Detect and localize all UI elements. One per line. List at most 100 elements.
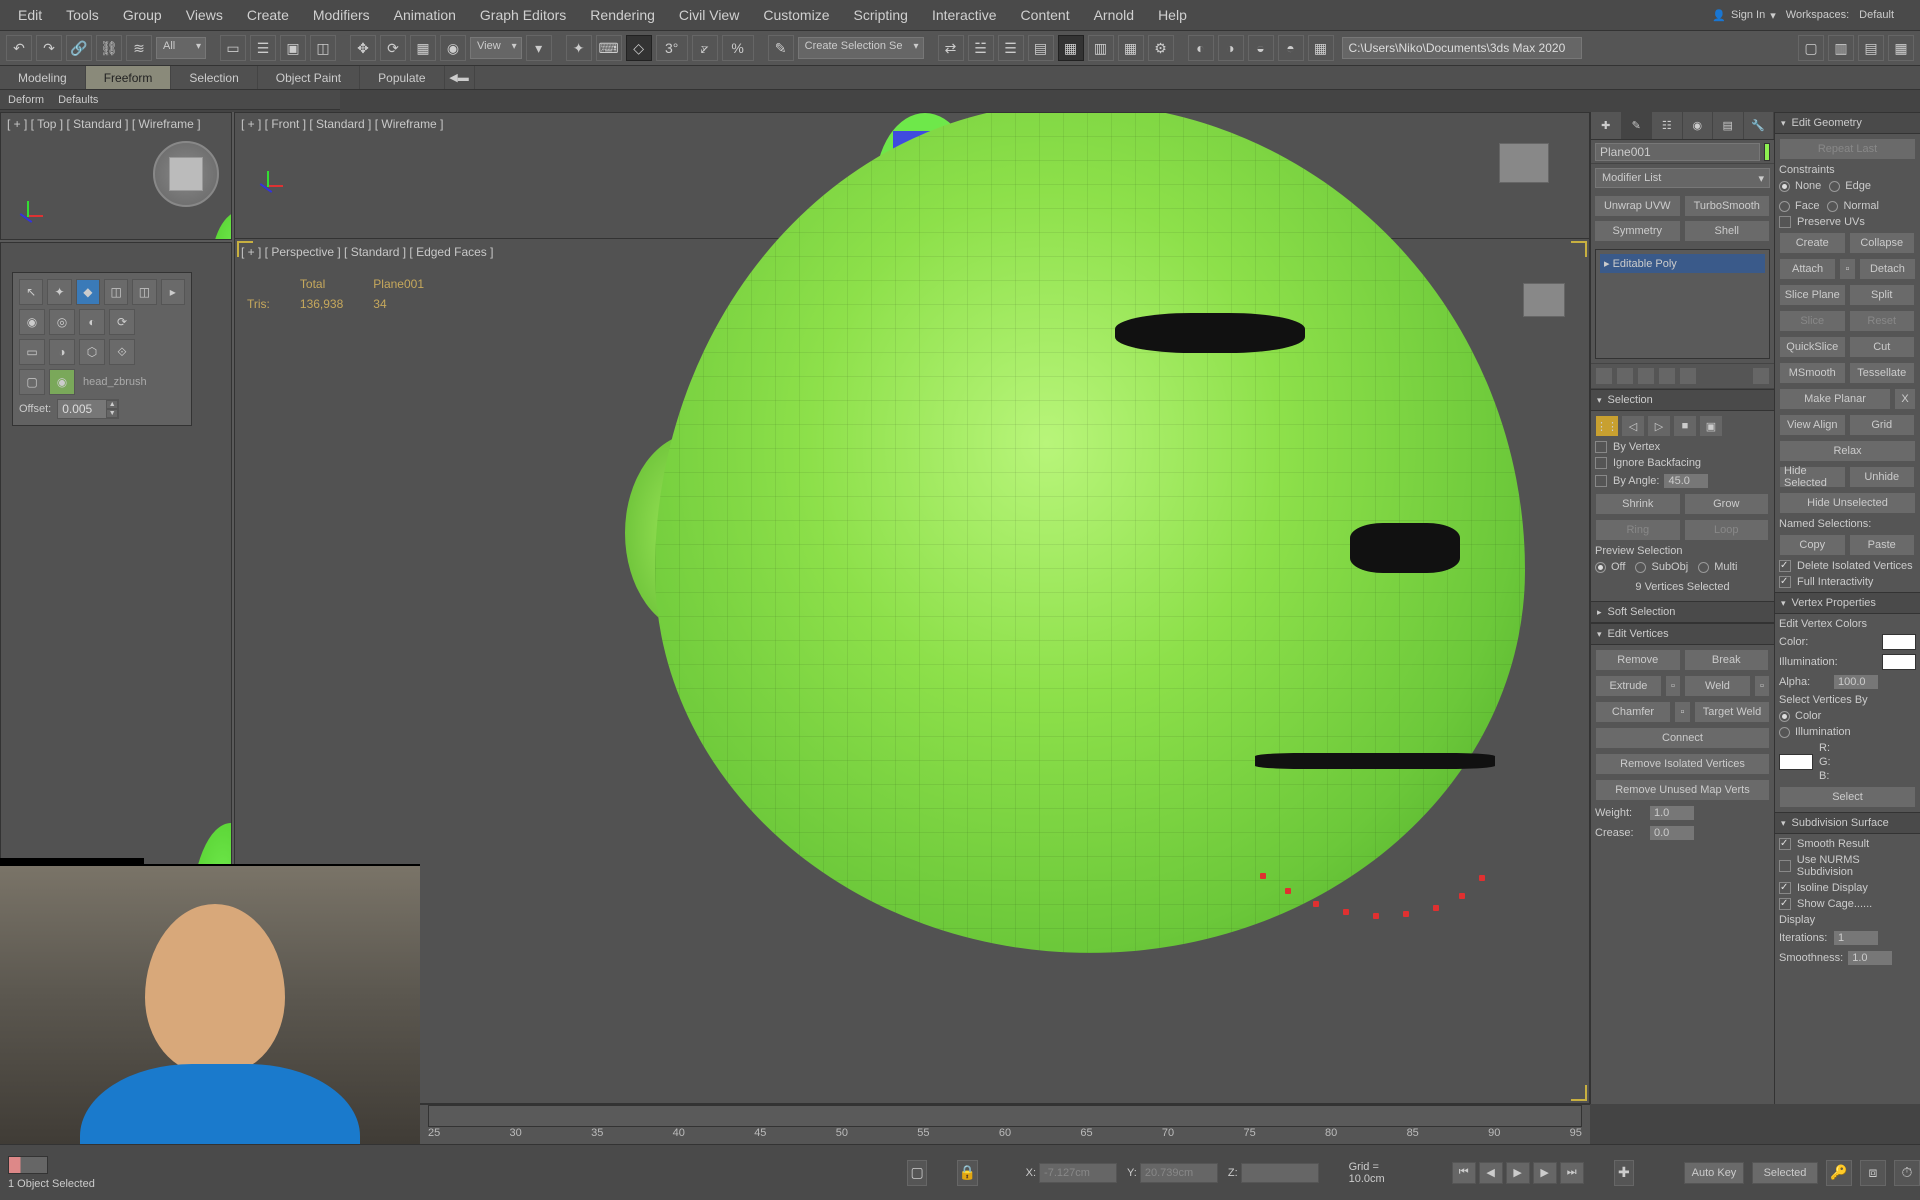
make-planar-button[interactable]: Make Planar: [1779, 388, 1891, 410]
conform-rotate-button[interactable]: ◎: [49, 309, 75, 335]
window-crossing-button[interactable]: ◫: [310, 35, 336, 61]
make-unique-button[interactable]: [1637, 367, 1655, 385]
layers-button[interactable]: ☰: [998, 35, 1024, 61]
vertex-illum-swatch[interactable]: [1882, 654, 1916, 670]
optimize-button[interactable]: ⬡: [79, 339, 105, 365]
menu-interactive[interactable]: Interactive: [920, 3, 1009, 27]
preview-subobj-radio[interactable]: SubObj: [1635, 561, 1688, 573]
chamfer-button[interactable]: Chamfer: [1595, 701, 1671, 723]
hide-selected-button[interactable]: Hide Selected: [1779, 466, 1846, 488]
ribbon-sub-deform[interactable]: Deform: [8, 94, 44, 106]
shrink-button[interactable]: Shrink: [1595, 493, 1681, 515]
add-time-tag-button[interactable]: ✚: [1614, 1160, 1634, 1186]
pin-stack-button[interactable]: [1595, 367, 1613, 385]
x-coord-field[interactable]: [1039, 1163, 1117, 1183]
smoothness-field[interactable]: 1.0: [1847, 950, 1893, 966]
constraint-none-radio[interactable]: None: [1779, 180, 1821, 192]
copy-sel-button[interactable]: Copy: [1779, 534, 1846, 556]
surface-pick-button[interactable]: ▢: [19, 369, 45, 395]
menu-civil-view[interactable]: Civil View: [667, 3, 751, 27]
scale-button[interactable]: ▦: [410, 35, 436, 61]
branch-button[interactable]: ⟐: [109, 339, 135, 365]
select-by-color-button[interactable]: Select: [1779, 786, 1916, 808]
offset-input[interactable]: [58, 400, 106, 418]
view-align-button[interactable]: View Align: [1779, 414, 1846, 436]
remove-isolated-verts-button[interactable]: Remove Isolated Vertices: [1595, 753, 1770, 775]
border-level-button[interactable]: ▷: [1647, 415, 1671, 437]
conform-move-button[interactable]: ◉: [19, 309, 45, 335]
set-key-button[interactable]: 🔑: [1826, 1160, 1852, 1186]
preview-multi-radio[interactable]: Multi: [1698, 561, 1737, 573]
render-setup-button[interactable]: ⚙: [1148, 35, 1174, 61]
draw-on-surface-button[interactable]: ◉: [49, 369, 75, 395]
select-by-name-button[interactable]: ☰: [250, 35, 276, 61]
snaps-toggle-button[interactable]: ◇: [626, 35, 652, 61]
next-frame-button[interactable]: ▶: [1533, 1162, 1557, 1184]
rollout-soft-selection[interactable]: Soft Selection: [1591, 601, 1774, 623]
mirror-button[interactable]: ⇄: [938, 35, 964, 61]
by-angle-checkbox[interactable]: By Angle:: [1595, 475, 1659, 487]
stack-item-editable-poly[interactable]: ▸ Editable Poly: [1600, 254, 1765, 273]
full-interactivity-checkbox[interactable]: Full Interactivity: [1779, 576, 1916, 588]
offset-spinner[interactable]: ▲▼: [57, 399, 119, 419]
spinner-up-icon[interactable]: ▲: [106, 400, 118, 409]
curve-editor-button[interactable]: ▦: [1058, 35, 1084, 61]
select-color-swatch[interactable]: [1779, 754, 1813, 770]
polydraw-topology-button[interactable]: ◆: [76, 279, 100, 305]
use-nurms-checkbox[interactable]: Use NURMS Subdivision: [1779, 854, 1916, 878]
slice-plane-button[interactable]: Slice Plane: [1779, 284, 1846, 306]
menu-create[interactable]: Create: [235, 3, 301, 27]
ribbon-collapse-button[interactable]: ◀▬: [445, 66, 475, 89]
script-listener-icon[interactable]: [8, 1156, 48, 1174]
rollout-selection[interactable]: Selection: [1591, 389, 1774, 411]
polydraw-shapes-button[interactable]: ✦: [47, 279, 71, 305]
tessellate-button[interactable]: Tessellate: [1849, 362, 1916, 384]
manipulate-button[interactable]: ✦: [566, 35, 592, 61]
planar-x-button[interactable]: X: [1894, 388, 1916, 410]
loop-button[interactable]: Loop: [1684, 519, 1770, 541]
modifier-shell-button[interactable]: Shell: [1684, 220, 1771, 242]
toggle-ribbon-button[interactable]: ▤: [1028, 35, 1054, 61]
menu-content[interactable]: Content: [1009, 3, 1082, 27]
viewport-layout-3-button[interactable]: ▤: [1858, 35, 1884, 61]
viewport-persp-label[interactable]: [ + ] [ Perspective ] [ Standard ] [ Edg…: [241, 245, 493, 259]
hide-unselected-button[interactable]: Hide Unselected: [1779, 492, 1916, 514]
y-coord-field[interactable]: [1140, 1163, 1218, 1183]
chamfer-settings-button[interactable]: ▫: [1674, 701, 1691, 723]
rollout-subdivision-surface[interactable]: Subdivision Surface: [1775, 812, 1920, 834]
menu-group[interactable]: Group: [111, 3, 174, 27]
rollout-edit-geometry[interactable]: Edit Geometry: [1775, 112, 1920, 134]
ribbon-tab-object-paint[interactable]: Object Paint: [258, 66, 360, 89]
slice-button[interactable]: Slice: [1779, 310, 1846, 332]
polygon-level-button[interactable]: ■: [1673, 415, 1697, 437]
paste-sel-button[interactable]: Paste: [1849, 534, 1916, 556]
constraint-normal-radio[interactable]: Normal: [1827, 200, 1878, 212]
project-path-field[interactable]: C:\Users\Niko\Documents\3ds Max 2020: [1342, 37, 1582, 59]
connect-button[interactable]: Connect: [1595, 727, 1770, 749]
utilities-tab[interactable]: 🔧: [1744, 112, 1775, 139]
use-pivot-button[interactable]: ▾: [526, 35, 552, 61]
undo-button[interactable]: ↶: [6, 35, 32, 61]
unlink-button[interactable]: ⛓: [96, 35, 122, 61]
remove-unused-map-verts-button[interactable]: Remove Unused Map Verts: [1595, 779, 1770, 801]
object-color-swatch[interactable]: [1764, 143, 1770, 161]
remove-button[interactable]: Remove: [1595, 649, 1681, 671]
iterations-field[interactable]: 1: [1833, 930, 1879, 946]
viewport-layout-1-button[interactable]: ▢: [1798, 35, 1824, 61]
create-button[interactable]: Create: [1779, 232, 1846, 254]
ring-button[interactable]: Ring: [1595, 519, 1681, 541]
modifier-symmetry-button[interactable]: Symmetry: [1594, 220, 1681, 242]
play-button[interactable]: ▶: [1506, 1162, 1530, 1184]
menu-graph-editors[interactable]: Graph Editors: [468, 3, 578, 27]
render-activeshade-button[interactable]: ◓: [1278, 35, 1304, 61]
rectangular-region-button[interactable]: ▣: [280, 35, 306, 61]
ignore-backfacing-checkbox[interactable]: Ignore Backfacing: [1595, 457, 1770, 469]
viewcube-perspective[interactable]: [1523, 283, 1565, 317]
remove-modifier-button[interactable]: [1658, 367, 1676, 385]
surface-object-field[interactable]: head_zbrush: [79, 376, 185, 388]
preserve-uvs-checkbox[interactable]: Preserve UVs: [1779, 216, 1916, 228]
target-weld-button[interactable]: Target Weld: [1694, 701, 1770, 723]
viewport-layout-4-button[interactable]: ▦: [1888, 35, 1914, 61]
ref-coord-dropdown[interactable]: View: [470, 37, 522, 59]
key-mode-button[interactable]: ⧈: [1860, 1160, 1886, 1186]
